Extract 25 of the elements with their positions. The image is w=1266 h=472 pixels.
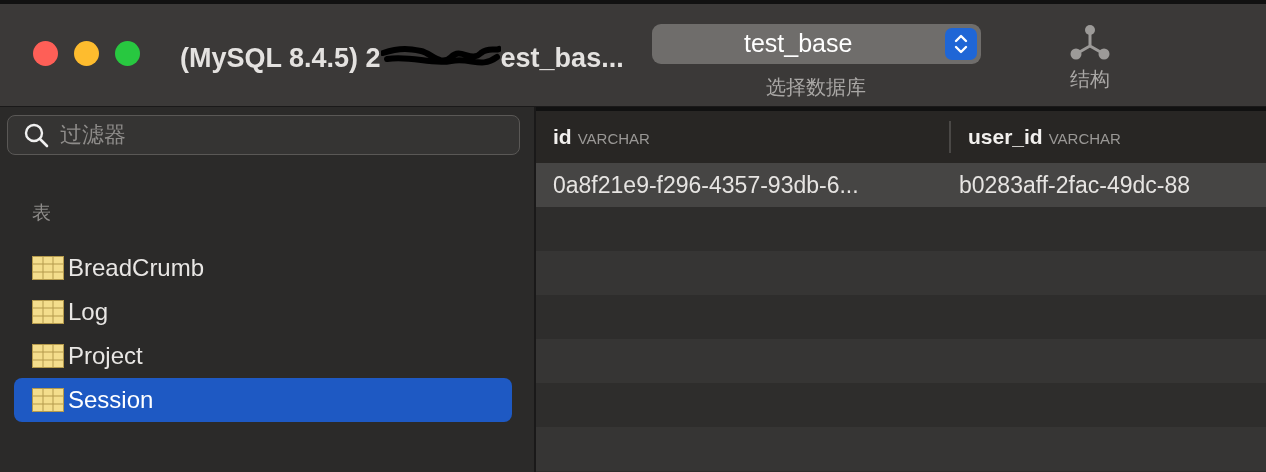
window-title: (MySQL 8.4.5) 2 <box>180 42 381 75</box>
database-select[interactable]: test_base <box>651 24 981 64</box>
table-item[interactable]: Project <box>14 333 512 378</box>
close-button[interactable] <box>33 41 58 66</box>
structure-label[interactable]: 结构 <box>1069 64 1110 94</box>
column-header[interactable]: user_id VARCHAR <box>951 121 1121 153</box>
table-item[interactable]: BreadCrumb <box>14 245 512 290</box>
table-cell-text: 0a8f21e9-f296-4357-93db-6... <box>552 170 860 200</box>
table-icon <box>32 343 64 368</box>
table-item[interactable]: Log <box>14 289 512 334</box>
table-item[interactable]: Session <box>14 377 512 422</box>
filter-field[interactable]: 过滤器 <box>7 115 520 155</box>
zoom-button[interactable] <box>115 41 140 66</box>
table-icon <box>32 387 64 412</box>
window-title: est_bas... <box>500 42 624 75</box>
table-icon <box>32 299 64 324</box>
table-row[interactable]: 0a8f21e9-f296-4357-93db-6... b0283aff-2fac-49dc-88 <box>536 163 1266 207</box>
search-icon <box>23 122 49 148</box>
minimize-button[interactable] <box>74 41 99 66</box>
table-icon <box>32 255 64 280</box>
select-caption: 选择数据库 <box>766 75 867 100</box>
column-header[interactable]: id VARCHAR <box>536 121 951 153</box>
table-cell-text: b0283aff-2fac-49dc-88 <box>958 170 1191 200</box>
section-label: 表 <box>32 201 52 225</box>
stepper-icon <box>944 28 977 60</box>
